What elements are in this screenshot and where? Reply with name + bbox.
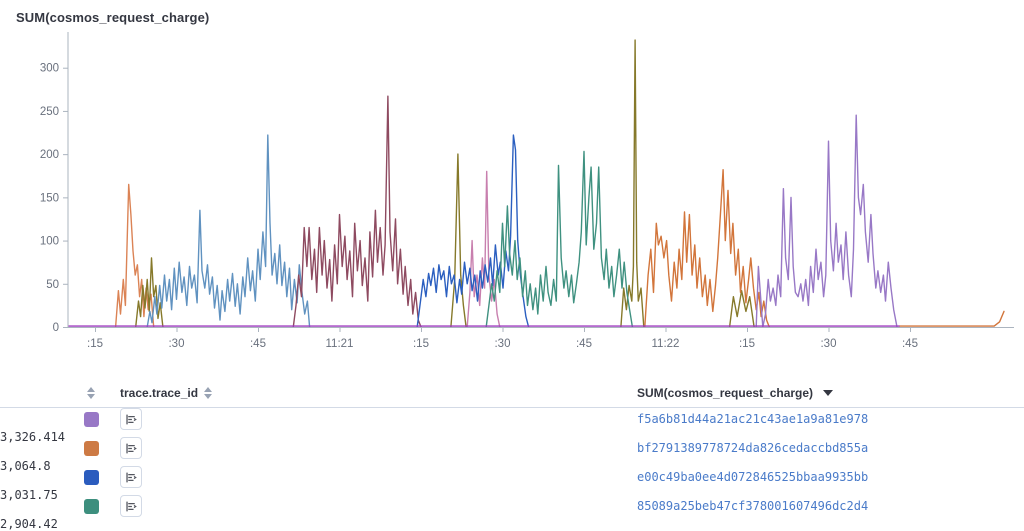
- sum-value: 2,904.42: [0, 517, 26, 531]
- svg-text:150: 150: [40, 192, 59, 204]
- series-salmon-early: [116, 184, 154, 327]
- series-olive: [451, 154, 466, 327]
- svg-text:50: 50: [46, 279, 59, 291]
- trace-id-link[interactable]: bf2791389778724da826cedaccbd855a: [637, 441, 1024, 455]
- explore-data-icon[interactable]: [120, 408, 142, 430]
- svg-text:11:22: 11:22: [652, 338, 680, 350]
- sort-desc-icon: [87, 394, 95, 399]
- sort-asc-icon: [204, 387, 212, 392]
- sorted-descending-icon: [823, 390, 833, 396]
- svg-text::45: :45: [902, 338, 918, 350]
- series-color-swatch: [84, 499, 99, 514]
- trace-id-link[interactable]: f5a6b81d44a21ac21c43ae1a9a81e978: [637, 412, 1024, 426]
- svg-text:11:21: 11:21: [326, 338, 354, 350]
- table-row: bf2791389778724da826cedaccbd855a 3,064.8: [0, 437, 1024, 466]
- series-olive: [621, 40, 644, 327]
- series-dark-blue: [417, 135, 528, 327]
- explore-data-icon[interactable]: [120, 466, 142, 488]
- column-header-trace-id[interactable]: trace.trace_id: [120, 386, 637, 400]
- svg-text::30: :30: [820, 338, 836, 350]
- svg-text::15: :15: [739, 338, 755, 350]
- column-header-sum[interactable]: SUM(cosmos_request_charge): [637, 386, 1024, 400]
- table-row: e00c49ba0ee4d072846525bbaa9935bb 3,031.7…: [0, 466, 1024, 495]
- svg-text::15: :15: [87, 338, 103, 350]
- sum-value: 3,064.8: [0, 459, 26, 473]
- trace-id-link[interactable]: 85089a25beb47cf378001607496dc2d4: [637, 499, 1024, 513]
- sort-color-column-button[interactable]: [87, 387, 95, 399]
- trace-table: trace.trace_id SUM(cosmos_request_charge…: [0, 378, 1024, 524]
- series-color-swatch: [84, 470, 99, 485]
- explore-data-icon[interactable]: [120, 495, 142, 517]
- svg-text:200: 200: [40, 149, 59, 161]
- line-chart-canvas[interactable]: 0 50 100 150 200 250 300 :15 :30 :45 11:21 :15 :30 :4…: [0, 0, 1024, 360]
- table-header-row: trace.trace_id SUM(cosmos_request_charge…: [0, 378, 1024, 408]
- series-color-swatch: [84, 441, 99, 456]
- table-row: 85089a25beb47cf378001607496dc2d4 2,904.4…: [0, 495, 1024, 524]
- trace-id-header-label: trace.trace_id: [120, 386, 198, 400]
- series-maroon: [293, 96, 421, 327]
- svg-text::45: :45: [576, 338, 592, 350]
- table-row: f5a6b81d44a21ac21c43ae1a9a81e978 3,326.4…: [0, 408, 1024, 437]
- series-orange: [899, 311, 1004, 326]
- sum-value: 3,031.75: [0, 488, 26, 502]
- series-color-swatch: [84, 412, 99, 427]
- series-sky-blue: [147, 135, 309, 327]
- trace-id-link[interactable]: e00c49ba0ee4d072846525bbaa9935bb: [637, 470, 1024, 484]
- svg-text:250: 250: [40, 106, 59, 118]
- sum-value: 3,326.414: [0, 430, 26, 444]
- sort-asc-icon: [87, 387, 95, 392]
- series-olive: [730, 291, 755, 327]
- sort-desc-icon: [204, 394, 212, 399]
- sum-header-label: SUM(cosmos_request_charge): [637, 386, 813, 400]
- series-purple: [756, 115, 897, 327]
- svg-text:100: 100: [40, 236, 59, 248]
- sort-trace-id-button[interactable]: [204, 387, 212, 399]
- svg-text:0: 0: [53, 322, 59, 334]
- svg-text:300: 300: [40, 63, 59, 75]
- series-teal: [486, 152, 632, 328]
- explore-data-icon[interactable]: [120, 437, 142, 459]
- svg-text::30: :30: [168, 338, 184, 350]
- svg-text::15: :15: [413, 338, 429, 350]
- svg-text::45: :45: [250, 338, 266, 350]
- svg-text::30: :30: [494, 338, 510, 350]
